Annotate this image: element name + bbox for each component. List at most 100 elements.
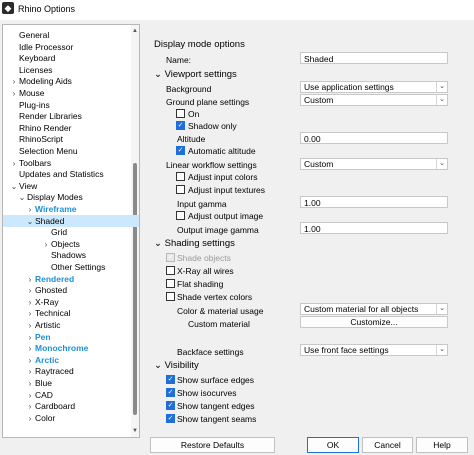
tree-item[interactable]: Updates and Statistics (3, 168, 104, 180)
tree-item-label: Color (35, 412, 56, 423)
chevron-down-icon: ⌄ (436, 345, 447, 355)
tree-item[interactable]: Render Libraries (3, 110, 82, 122)
tree-item[interactable]: › Raytraced (3, 365, 74, 377)
tree-item[interactable]: › Objects (3, 238, 80, 250)
tree-item-label: Grid (51, 227, 68, 238)
chevron-down-icon: ⌄ (436, 159, 447, 169)
options-tree[interactable]: ▲ ▼ General Idle Processor Keyboard License… (2, 24, 140, 438)
chevron-down-icon: ⌄ (436, 304, 447, 314)
tree-item[interactable]: › Pen (3, 331, 51, 343)
tree-item[interactable]: › Wireframe (3, 203, 77, 215)
tree-item[interactable]: › Technical (3, 307, 71, 319)
ok-button[interactable]: OK (307, 437, 359, 453)
tree-item[interactable]: › Blue (3, 377, 52, 389)
tree-item[interactable]: Plug-ins (3, 99, 50, 111)
tree-item[interactable]: Rhino Render (3, 122, 71, 134)
tree-item-label: Arctic (35, 354, 60, 365)
linear-workflow-label: Linear workflow settings (166, 160, 257, 170)
linear-workflow-select[interactable]: Custom ⌄ (300, 158, 448, 170)
cancel-button[interactable]: Cancel (362, 437, 413, 453)
tree-item[interactable]: › Color (3, 412, 56, 425)
scroll-up-icon[interactable]: ▲ (131, 27, 139, 35)
tree-item-label: Blue (35, 378, 53, 388)
tree-item[interactable]: Other Settings (3, 261, 105, 273)
background-select[interactable]: Use application settings ⌄ (300, 81, 448, 93)
tree-item[interactable]: Grid (3, 226, 67, 238)
chevron-down-icon: ⌄ (154, 238, 165, 249)
show-tangent-edges-label: Show tangent edges (177, 401, 255, 411)
restore-defaults-button[interactable]: Restore Defaults (150, 437, 275, 453)
settings-panel: Display mode options Name: Shaded ⌄ View… (146, 24, 474, 435)
tree-item-label: Mouse (19, 88, 45, 98)
xray-all-wires-checkbox[interactable] (166, 266, 175, 275)
chevron-right-icon[interactable]: › (25, 413, 35, 425)
scroll-down-icon[interactable]: ▼ (131, 427, 139, 435)
tree-item[interactable]: › Modeling Aids (3, 75, 72, 87)
tree-item[interactable]: › Rendered (3, 273, 75, 285)
tree-item[interactable]: ⌄ Display Modes (3, 191, 83, 203)
tree-item[interactable]: RhinoScript (3, 133, 63, 145)
tree-scrollbar[interactable]: ▲ ▼ (131, 25, 139, 437)
tree-item[interactable]: › Ghosted (3, 284, 67, 296)
name-field[interactable]: Shaded (300, 52, 448, 64)
tree-item[interactable]: › Mouse (3, 87, 45, 99)
customize-button[interactable]: Customize... (300, 316, 448, 328)
tree-item[interactable]: › Monochrome (3, 342, 89, 354)
tree-item-label: Updates and Statistics (19, 169, 104, 180)
show-tangent-seams-checkbox[interactable]: ✓ (166, 414, 175, 423)
show-isocurves-label: Show isocurves (177, 388, 237, 398)
scrollbar-thumb[interactable] (133, 163, 137, 415)
viewport-heading[interactable]: ⌄ Viewport settings (154, 69, 237, 80)
tree-item[interactable]: General (3, 29, 49, 41)
tree-item[interactable]: Keyboard (3, 52, 55, 64)
tree-item[interactable]: ⌄ Shaded (3, 214, 139, 227)
adjust-input-textures-label: Adjust input textures (188, 185, 266, 195)
tree-item[interactable]: Selection Menu (3, 145, 78, 157)
tree-item[interactable]: Shadows (3, 249, 86, 261)
tree-item[interactable]: › CAD (3, 389, 53, 401)
show-isocurves-checkbox[interactable]: ✓ (166, 388, 175, 397)
shading-heading[interactable]: ⌄ Shading settings (154, 238, 235, 249)
help-button[interactable]: Help (416, 437, 468, 453)
background-select-value: Use application settings (304, 82, 394, 92)
show-tangent-edges-checkbox[interactable]: ✓ (166, 401, 175, 410)
shadow-only-checkbox[interactable]: ✓ (176, 121, 185, 130)
input-gamma-field[interactable]: 1.00 (300, 196, 448, 208)
tree-item[interactable]: Licenses (3, 64, 53, 76)
automatic-altitude-checkbox[interactable]: ✓ (176, 146, 185, 155)
tree-item[interactable]: › Arctic (3, 354, 59, 366)
visibility-heading[interactable]: ⌄ Visibility (154, 360, 199, 371)
tree-item[interactable]: ⌄ View (3, 180, 38, 192)
flat-shading-checkbox[interactable] (166, 279, 175, 288)
output-gamma-field[interactable]: 1.00 (300, 222, 448, 234)
shade-vertex-colors-checkbox[interactable] (166, 292, 175, 301)
shade-objects-checkbox[interactable]: ✓ (166, 253, 175, 262)
show-surface-edges-checkbox[interactable]: ✓ (166, 375, 175, 384)
tree-item[interactable]: › Toolbars (3, 157, 51, 169)
tree-item[interactable]: › Cardboard (3, 400, 76, 412)
tree-item-label: Shadows (51, 250, 86, 261)
adjust-input-colors-checkbox[interactable] (176, 172, 185, 181)
shade-vertex-colors-label: Shade vertex colors (177, 292, 253, 302)
ground-plane-label: Ground plane settings (166, 97, 250, 107)
tree-item-label: Licenses (19, 64, 53, 75)
adjust-input-textures-checkbox[interactable] (176, 185, 185, 194)
on-checkbox[interactable] (176, 109, 185, 118)
tree-item-label: View (19, 180, 38, 191)
tree-item-label: Rhino Render (19, 122, 72, 133)
tree-item[interactable]: › X-Ray (3, 296, 59, 308)
output-gamma-label: Output image gamma (177, 225, 259, 235)
tree-item-label: Toolbars (19, 157, 52, 168)
ground-plane-select[interactable]: Custom ⌄ (300, 94, 448, 106)
backface-select[interactable]: Use front face settings ⌄ (300, 344, 448, 356)
show-tangent-seams-label: Show tangent seams (177, 414, 257, 424)
color-material-select[interactable]: Custom material for all objects ⌄ (300, 303, 448, 315)
tree-item[interactable]: Idle Processor (3, 41, 73, 53)
adjust-input-colors-label: Adjust input colors (188, 172, 258, 182)
adjust-output-image-checkbox[interactable] (176, 211, 185, 220)
color-material-select-value: Custom material for all objects (304, 304, 419, 314)
shadow-only-label: Shadow only (188, 121, 237, 131)
altitude-field[interactable]: 0.00 (300, 132, 448, 144)
tree-item[interactable]: › Artistic (3, 319, 61, 331)
tree-item-label: Selection Menu (19, 146, 78, 156)
